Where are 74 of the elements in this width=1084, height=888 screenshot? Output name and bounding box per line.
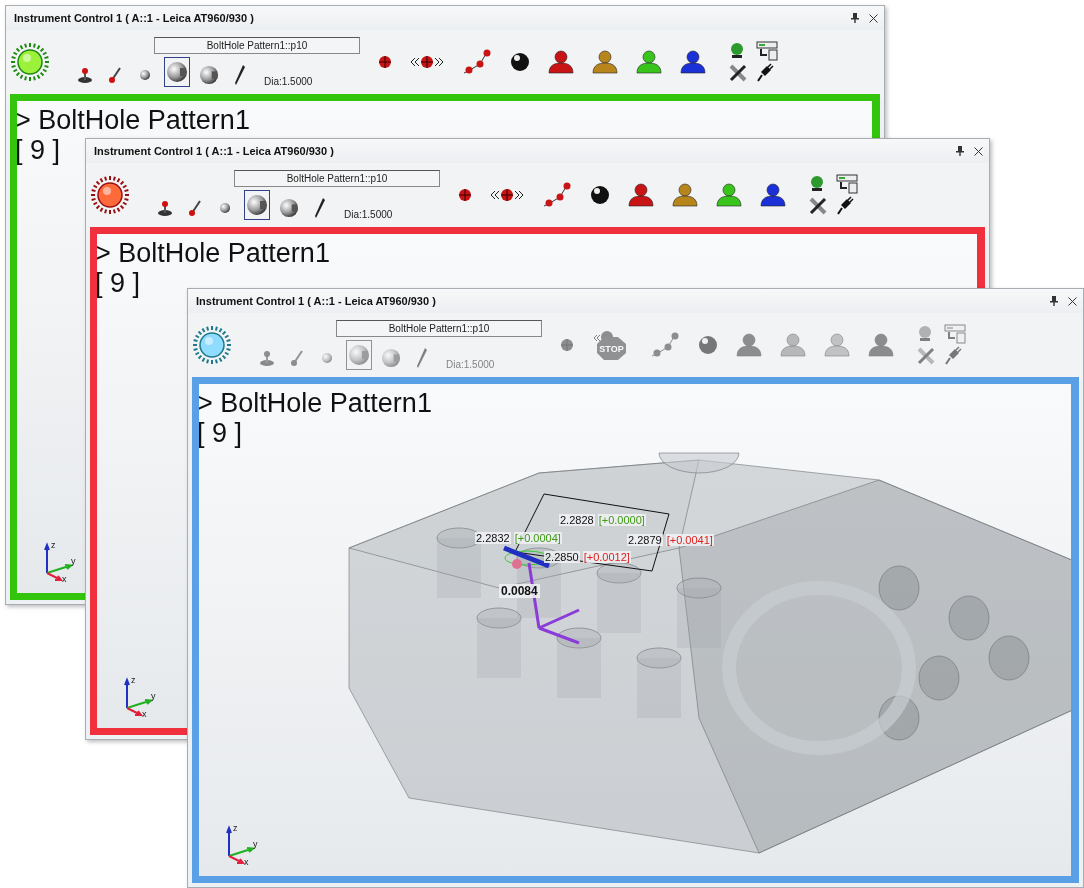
pin-icon[interactable] xyxy=(1050,296,1058,306)
deviation-label: [+0.0041] xyxy=(665,534,714,546)
dimension-value: 2.2832 xyxy=(475,532,511,544)
dimension-value: 2.2828 xyxy=(559,514,595,526)
pin-icon[interactable] xyxy=(851,13,859,23)
status-light-icon xyxy=(192,325,232,365)
pin-icon[interactable] xyxy=(956,146,964,156)
webcam-icon[interactable] xyxy=(808,174,826,192)
status-light-icon xyxy=(10,42,50,82)
ball-icon[interactable] xyxy=(510,52,530,72)
dimension-value: 2.2850 xyxy=(544,551,580,563)
small-sphere-icon xyxy=(219,202,231,214)
joystick-icon xyxy=(76,66,94,84)
joystick-icon xyxy=(156,199,174,217)
pen-icon xyxy=(415,347,427,369)
webcam-icon[interactable] xyxy=(728,41,746,59)
small-sphere-icon xyxy=(321,352,333,364)
sphere-icon xyxy=(166,61,188,83)
window-title: Instrument Control 1 ( A::1 - Leica AT960/930 ) xyxy=(94,145,335,157)
joystick-icon xyxy=(258,349,276,367)
probe-stylus-icon xyxy=(188,199,202,217)
dimension-value: 2.2879 xyxy=(627,534,663,546)
window-title: Instrument Control 1 ( A::1 - Leica AT960/930 ) xyxy=(196,295,437,307)
close-icon[interactable] xyxy=(1068,296,1077,306)
target-icon[interactable] xyxy=(458,188,472,202)
deviation-label: [+0.0012] xyxy=(582,551,631,563)
window-title: Instrument Control 1 ( A::1 - Leica AT960/930 ) xyxy=(14,12,255,24)
point-path-icon[interactable] xyxy=(542,181,572,209)
probe-field[interactable]: BoltHole Pattern1::p10 xyxy=(234,170,440,187)
locate-target-icon[interactable] xyxy=(490,188,524,202)
person-icon[interactable] xyxy=(672,183,698,207)
pen-icon xyxy=(313,197,325,219)
probe-offset-label: 0.0084 xyxy=(499,584,540,598)
probe-stylus-icon xyxy=(290,349,304,367)
small-sphere-icon xyxy=(139,69,151,81)
diameter-label: Dia:1.5000 xyxy=(344,209,393,220)
point-path-icon[interactable] xyxy=(650,331,680,359)
deviation-label: [+0.0000] xyxy=(597,514,646,526)
person-icon[interactable] xyxy=(592,50,618,74)
point-count: [ 9 ] xyxy=(95,268,141,298)
person-icon[interactable] xyxy=(548,50,574,74)
deviation-label: [+0.0004] xyxy=(513,532,562,544)
diameter-label: Dia:1.5000 xyxy=(264,76,313,87)
probe-tool-button[interactable] xyxy=(244,190,270,220)
person-icon[interactable] xyxy=(628,183,654,207)
sphere-icon xyxy=(246,194,268,216)
person-icon[interactable] xyxy=(636,50,662,74)
person-icon[interactable] xyxy=(760,183,786,207)
data-transfer-icon[interactable] xyxy=(836,174,858,194)
probe-field[interactable]: BoltHole Pattern1::p10 xyxy=(154,37,360,54)
probe-tool-button[interactable] xyxy=(278,196,300,220)
point-count: [ 9 ] xyxy=(15,135,61,165)
diameter-label: Dia:1.5000 xyxy=(446,359,495,370)
close-icon[interactable] xyxy=(974,146,983,156)
person-icon[interactable] xyxy=(716,183,742,207)
data-transfer-icon[interactable] xyxy=(756,41,778,61)
sphere-icon xyxy=(199,64,219,86)
point-count: [ 9 ] xyxy=(197,418,243,448)
plug-icon[interactable] xyxy=(836,196,854,216)
target-icon[interactable] xyxy=(378,55,392,69)
sphere-icon xyxy=(381,347,401,369)
plug-icon[interactable] xyxy=(756,63,774,83)
probe-stylus-icon xyxy=(108,66,122,84)
probe-tool-button[interactable] xyxy=(164,57,190,87)
close-icon[interactable] xyxy=(869,13,878,23)
person-icon[interactable] xyxy=(680,50,706,74)
probe-tool-button[interactable] xyxy=(198,63,220,87)
point-path-icon[interactable] xyxy=(462,48,492,76)
ball-icon[interactable] xyxy=(590,185,610,205)
locate-target-icon[interactable] xyxy=(410,55,444,69)
sphere-icon xyxy=(348,344,370,366)
status-light-icon xyxy=(90,175,130,215)
pen-icon xyxy=(233,64,245,86)
sphere-icon xyxy=(279,197,299,219)
